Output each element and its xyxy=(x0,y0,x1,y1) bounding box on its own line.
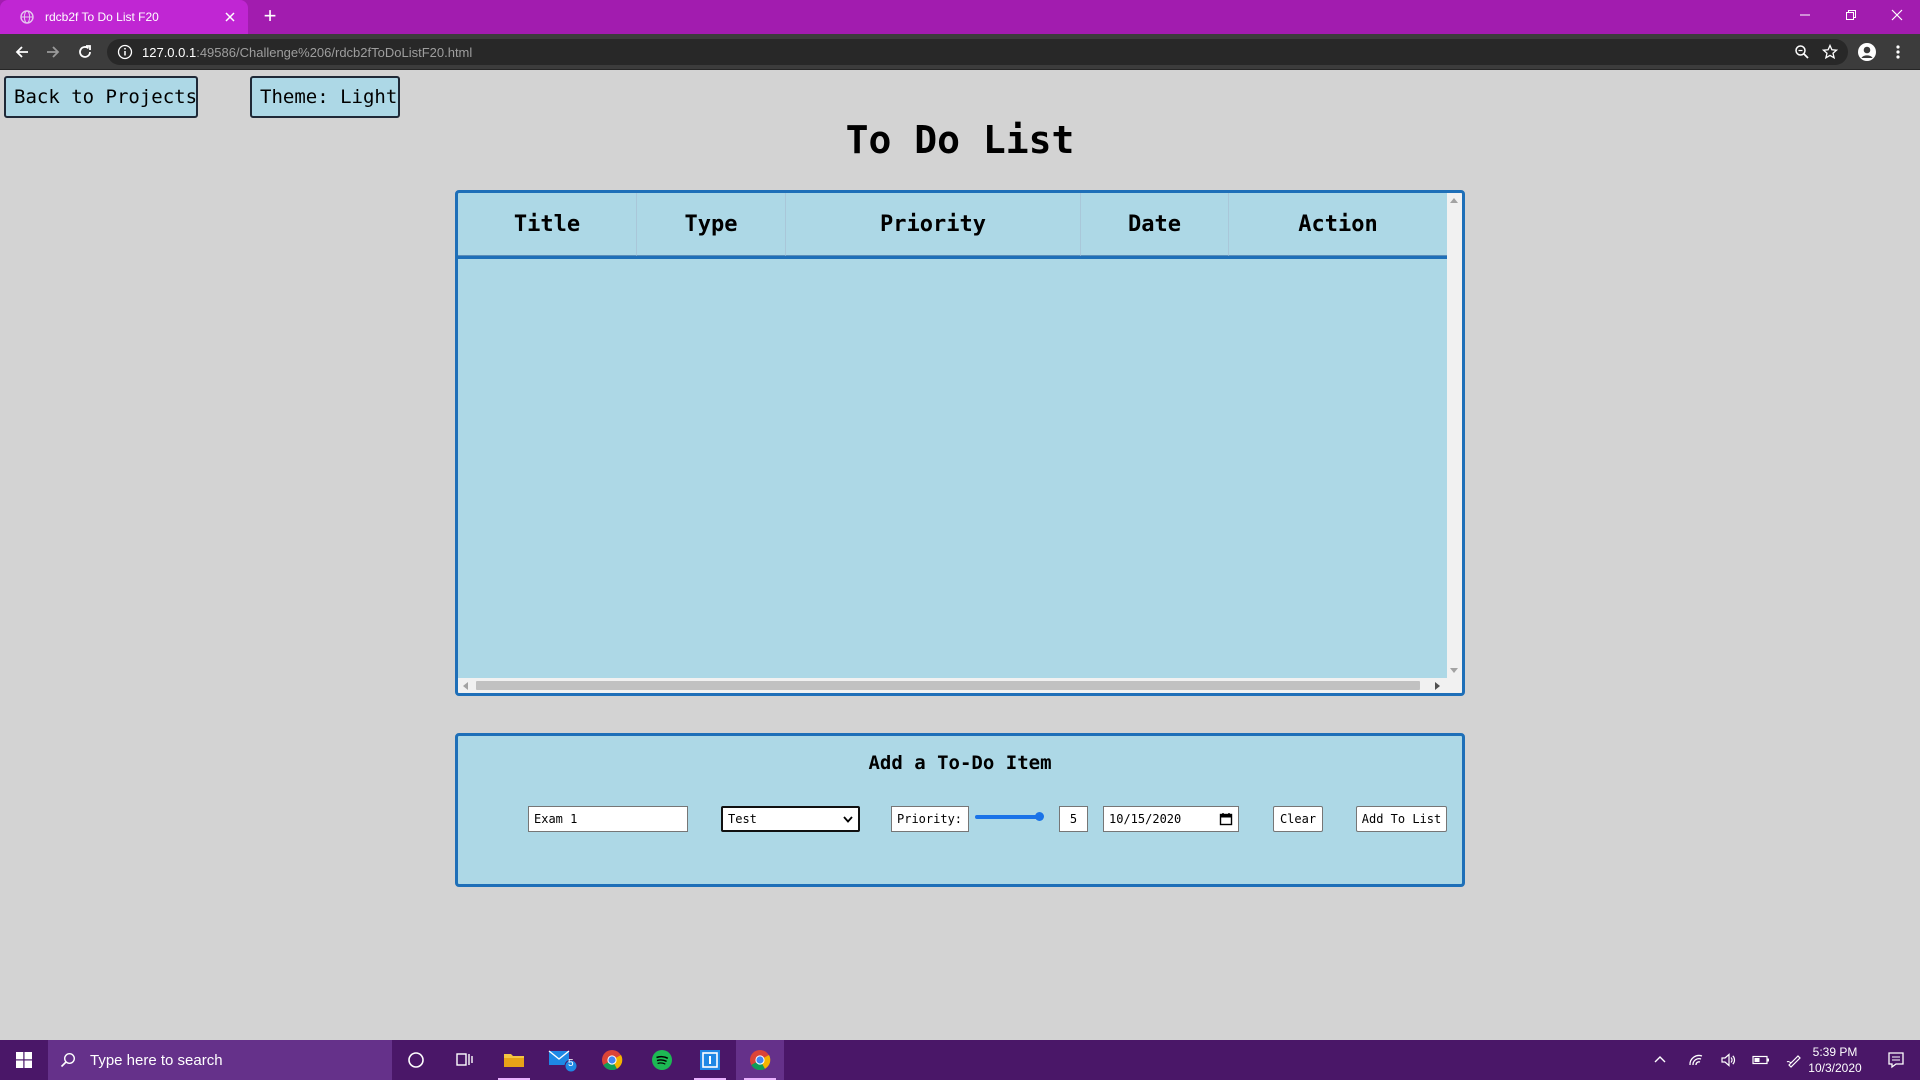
form-title: Add a To-Do Item xyxy=(868,752,1052,774)
column-header-title: Title xyxy=(458,193,636,256)
volume-icon[interactable] xyxy=(1720,1052,1736,1068)
notifications-icon[interactable] xyxy=(1872,1040,1920,1080)
task-view-icon[interactable] xyxy=(440,1040,488,1080)
item-date-input[interactable]: 10/15/2020 xyxy=(1103,806,1239,832)
profile-avatar-icon[interactable] xyxy=(1855,40,1879,64)
table-body xyxy=(458,262,1447,667)
priority-slider-thumb[interactable] xyxy=(1035,812,1044,821)
priority-value-display: 5 xyxy=(1059,806,1088,832)
clock-time: 5:39 PM xyxy=(1812,1045,1858,1059)
url-text: 127.0.0.1:49586/Challenge%206/rdcb2fToDo… xyxy=(142,44,473,60)
system-tray xyxy=(1640,1040,1812,1080)
restore-icon[interactable] xyxy=(1828,0,1874,30)
page-content: Back to Projects Theme: Light To Do List… xyxy=(0,70,1920,1040)
spotify-icon[interactable] xyxy=(638,1040,686,1080)
back-arrow-icon[interactable] xyxy=(10,40,34,64)
search-icon xyxy=(60,1052,76,1068)
add-to-list-button[interactable]: Add To List xyxy=(1356,806,1447,832)
item-type-selected: Test xyxy=(728,812,757,826)
mail-badge-count: 5 xyxy=(568,1058,574,1069)
windows-start-icon[interactable] xyxy=(0,1040,48,1080)
scroll-right-icon[interactable] xyxy=(1435,682,1440,690)
clear-button[interactable]: Clear xyxy=(1273,806,1323,832)
tab-close-icon[interactable] xyxy=(218,5,242,29)
item-type-select[interactable]: Test xyxy=(721,806,860,832)
scroll-up-icon[interactable] xyxy=(1450,198,1458,203)
taskbar-clock[interactable]: 5:39 PM 10/3/2020 xyxy=(1800,1044,1870,1076)
column-header-date: Date xyxy=(1080,193,1228,256)
battery-icon[interactable] xyxy=(1752,1052,1770,1068)
browser-toolbar: 127.0.0.1:49586/Challenge%206/rdcb2fToDo… xyxy=(0,34,1920,70)
reload-icon[interactable] xyxy=(73,40,97,64)
browser-tab[interactable]: rdcb2f To Do List F20 xyxy=(0,0,248,34)
chrome-active-icon[interactable] xyxy=(736,1040,784,1080)
mail-icon[interactable]: 5 xyxy=(538,1040,586,1080)
taskbar: Type here to search 5 5:39 PM 10/3/2020 xyxy=(0,1040,1920,1080)
search-placeholder: Type here to search xyxy=(90,1051,223,1069)
column-header-action: Action xyxy=(1228,193,1447,256)
calendar-icon[interactable] xyxy=(1219,812,1233,826)
vertical-scrollbar[interactable] xyxy=(1447,193,1462,679)
info-icon[interactable] xyxy=(117,44,133,60)
column-header-type: Type xyxy=(636,193,785,256)
close-window-icon[interactable] xyxy=(1874,0,1920,30)
priority-slider-track xyxy=(975,815,1041,819)
horizontal-scroll-thumb[interactable] xyxy=(476,681,1420,690)
browser-menu-icon[interactable] xyxy=(1886,40,1910,64)
new-tab-icon[interactable]: + xyxy=(258,5,282,29)
todo-table: Title Type Priority Date Action xyxy=(455,190,1465,696)
item-date-value: 10/15/2020 xyxy=(1109,812,1182,826)
back-to-projects-button[interactable]: Back to Projects xyxy=(4,76,198,118)
item-title-input[interactable]: Exam 1 xyxy=(528,806,688,832)
priority-slider[interactable] xyxy=(973,811,1045,823)
tab-title: rdcb2f To Do List F20 xyxy=(45,10,159,24)
chevron-down-icon xyxy=(843,815,853,823)
globe-icon xyxy=(20,10,34,24)
zoom-icon[interactable] xyxy=(1794,44,1810,60)
add-item-form: Add a To-Do Item Exam 1 Test Priority: 5… xyxy=(455,733,1465,887)
cortana-icon[interactable] xyxy=(392,1040,440,1080)
taskbar-search-box[interactable]: Type here to search xyxy=(48,1040,392,1080)
network-icon[interactable] xyxy=(1688,1052,1704,1068)
page-title: To Do List xyxy=(845,118,1075,162)
horizontal-scrollbar[interactable] xyxy=(458,678,1462,693)
column-header-priority: Priority xyxy=(785,193,1080,256)
priority-label: Priority: xyxy=(891,806,969,832)
clock-date: 10/3/2020 xyxy=(1808,1061,1862,1075)
browser-tab-strip: rdcb2f To Do List F20 + xyxy=(0,0,1920,34)
file-explorer-icon[interactable] xyxy=(490,1040,538,1080)
minimize-icon[interactable] xyxy=(1782,0,1828,30)
chrome-icon[interactable] xyxy=(588,1040,636,1080)
address-bar[interactable]: 127.0.0.1:49586/Challenge%206/rdcb2fToDo… xyxy=(107,39,1848,65)
bookmark-star-icon[interactable] xyxy=(1822,44,1838,60)
forward-arrow-icon[interactable] xyxy=(41,40,65,64)
table-header: Title Type Priority Date Action xyxy=(458,193,1447,259)
chevron-up-icon[interactable] xyxy=(1652,1052,1668,1068)
theme-toggle-button[interactable]: Theme: Light xyxy=(250,76,400,118)
code-editor-icon[interactable] xyxy=(686,1040,734,1080)
scroll-left-icon[interactable] xyxy=(463,682,468,690)
scroll-down-icon[interactable] xyxy=(1450,668,1458,673)
